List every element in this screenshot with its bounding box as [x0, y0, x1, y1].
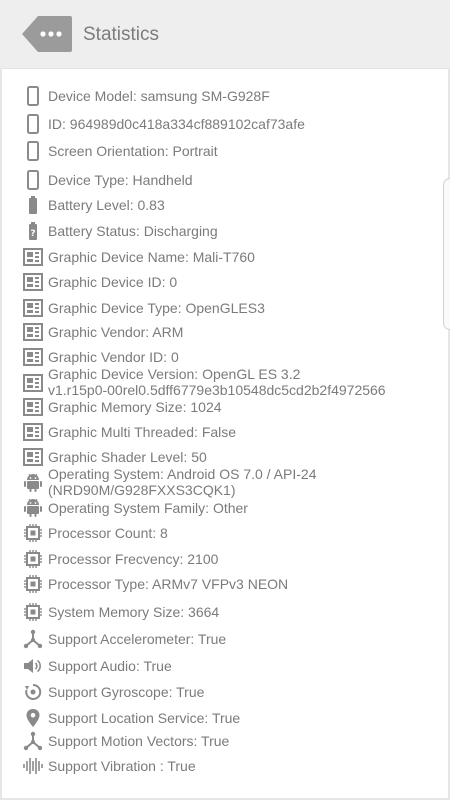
graphics-card-icon [22, 447, 44, 467]
processor-icon [22, 602, 44, 622]
processor-icon [22, 523, 44, 543]
list-item: Processor Count: 8 [22, 523, 442, 543]
list-item-label: Graphic Device Type: OpenGLES3 [48, 300, 265, 316]
list-item-label: Device Type: Handheld [48, 172, 193, 188]
list-item-label: Graphic Shader Level: 50 [48, 449, 207, 465]
list-item-label: Graphic Device ID: 0 [48, 274, 178, 290]
list-item: Graphic Multi Threaded: False [22, 422, 442, 442]
list-item: Support Audio: True [22, 656, 442, 676]
battery-unknown-icon: ? [22, 221, 44, 241]
list-item: Operating System: Android OS 7.0 / API-2… [22, 466, 442, 500]
list-item-label: Screen Orientation: Portrait [48, 143, 218, 159]
list-item: Processor Frecvency: 2100 [22, 549, 442, 569]
vibration-icon [22, 756, 44, 776]
graphics-card-icon [22, 322, 44, 342]
list-item-label: Support Vibration : True [48, 758, 196, 774]
graphics-card-icon [22, 397, 44, 417]
phone-icon [22, 170, 44, 190]
list-item-label: Graphic Memory Size: 1024 [48, 399, 222, 415]
statistics-list: Device Model: samsung SM-G928F ID: 964989… [0, 0, 450, 800]
list-item-label: Graphic Vendor ID: 0 [48, 349, 179, 365]
phone-icon [22, 114, 44, 134]
list-item: Graphic Vendor ID: 0 [22, 347, 442, 367]
network-node-icon [22, 629, 44, 649]
list-item: Device Model: samsung SM-G928F [22, 86, 442, 106]
phone-icon [22, 86, 44, 106]
list-item: ? Battery Status: Discharging [22, 221, 442, 241]
list-item-label: Processor Type: ARMv7 VFPv3 NEON [48, 576, 289, 592]
graphics-card-icon [22, 298, 44, 318]
list-item-label: Processor Frecvency: 2100 [48, 551, 219, 567]
list-item-label: Graphic Multi Threaded: False [48, 424, 237, 440]
graphics-card-icon [22, 373, 44, 393]
android-icon [22, 473, 44, 493]
graphics-card-icon [22, 347, 44, 367]
list-item-label: Operating System Family: Other [48, 500, 248, 516]
phone-icon [22, 141, 44, 161]
speaker-icon [22, 656, 44, 676]
list-item: Support Vibration : True [22, 756, 442, 776]
list-item-label: ID: 964989d0c418a334cf889102caf73afe [48, 116, 305, 132]
list-item: ID: 964989d0c418a334cf889102caf73afe [22, 114, 442, 134]
list-item-label: Support Audio: True [48, 658, 172, 674]
list-item-label: Battery Level: 0.83 [48, 197, 165, 213]
processor-icon [22, 549, 44, 569]
list-item-label: Support Gyroscope: True [48, 684, 205, 700]
battery-icon [22, 195, 44, 215]
list-item-label: Support Accelerometer: True [48, 631, 227, 647]
graphics-card-icon [22, 422, 44, 442]
list-item: Support Location Service: True [22, 708, 442, 728]
list-item: Processor Type: ARMv7 VFPv3 NEON [22, 574, 442, 594]
location-pin-icon [22, 708, 44, 728]
list-item-label: System Memory Size: 3664 [48, 604, 220, 620]
list-item-label: Processor Count: 8 [48, 525, 168, 541]
list-item: Screen Orientation: Portrait [22, 141, 442, 161]
list-item: Graphic Shader Level: 50 [22, 447, 442, 467]
list-item: Graphic Device Version: OpenGL ES 3.2 v1… [22, 366, 442, 400]
graphics-card-icon [22, 272, 44, 292]
list-item: Graphic Device Name: Mali-T760 [22, 247, 442, 267]
list-item: Battery Level: 0.83 [22, 195, 442, 215]
list-item: Graphic Vendor: ARM [22, 322, 442, 342]
gyroscope-icon [22, 682, 44, 702]
list-item: System Memory Size: 3664 [22, 602, 442, 622]
graphics-card-icon [22, 247, 44, 267]
list-item: Operating System Family: Other [22, 498, 442, 518]
list-item-label: Graphic Device Name: Mali-T760 [48, 249, 255, 265]
list-item-label: Support Motion Vectors: True [48, 733, 230, 749]
network-node-icon [22, 731, 44, 751]
list-item-label: Graphic Vendor: ARM [48, 324, 184, 340]
list-item: Graphic Device ID: 0 [22, 272, 442, 292]
list-item: Support Motion Vectors: True [22, 731, 442, 751]
list-item-label: Operating System: Android OS 7.0 / API-2… [48, 466, 317, 498]
processor-icon [22, 574, 44, 594]
list-item-label: Battery Status: Discharging [48, 223, 218, 239]
svg-text:?: ? [30, 229, 35, 239]
list-item: Support Accelerometer: True [22, 629, 442, 649]
list-item: Graphic Memory Size: 1024 [22, 397, 442, 417]
list-item-label: Support Location Service: True [48, 710, 241, 726]
android-icon [22, 498, 44, 518]
list-item: Support Gyroscope: True [22, 682, 442, 702]
list-item-label: Device Model: samsung SM-G928F [48, 88, 270, 104]
list-item: Graphic Device Type: OpenGLES3 [22, 298, 442, 318]
list-item: Device Type: Handheld [22, 170, 442, 190]
list-item-label: Graphic Device Version: OpenGL ES 3.2 v1… [48, 366, 386, 398]
